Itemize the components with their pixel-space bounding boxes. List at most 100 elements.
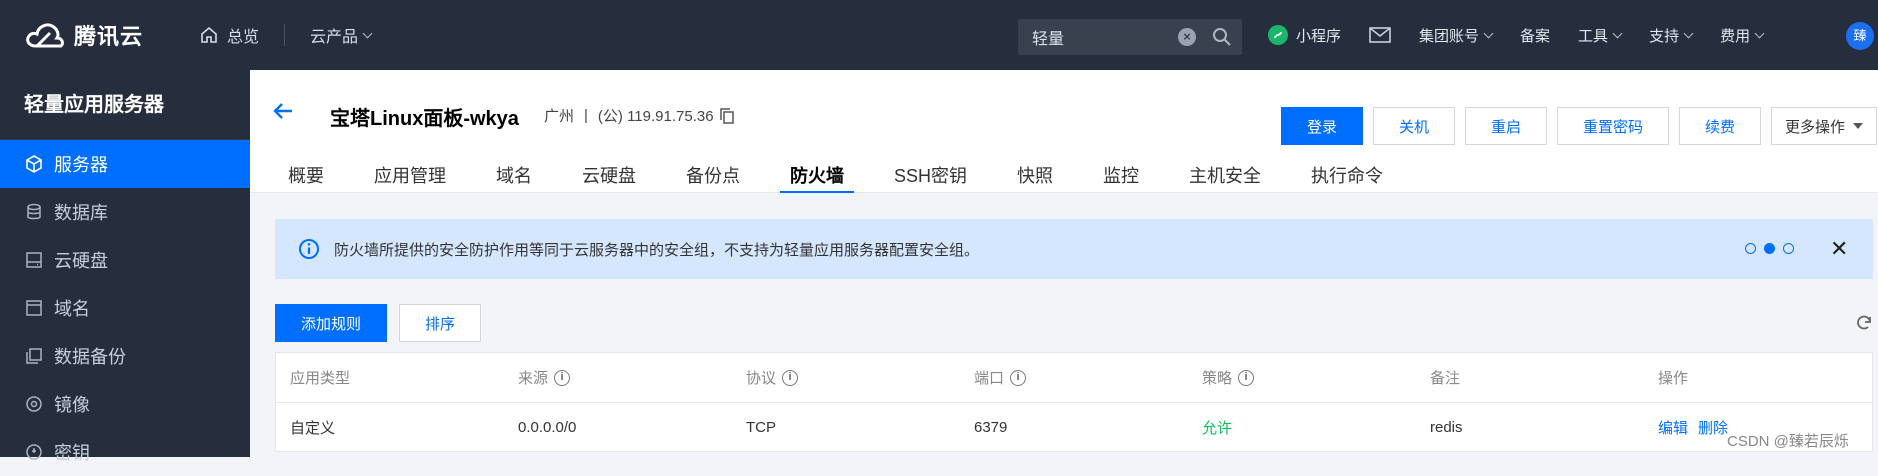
domain-icon (24, 298, 44, 318)
refresh-icon[interactable] (1855, 314, 1873, 332)
cell-app-type: 自定义 (290, 419, 336, 437)
disk-icon (24, 250, 44, 270)
close-icon[interactable]: ✕ (1830, 236, 1848, 262)
more-actions-button[interactable]: 更多操作 (1771, 107, 1877, 145)
mini-program-link[interactable]: 小程序 (1268, 25, 1341, 46)
instance-header: 宝塔Linux面板-wkya 广州 | (公) 119.91.75.36 登录 … (250, 70, 1878, 193)
col-app-type: 应用类型 (276, 367, 504, 388)
col-label: 应用类型 (290, 370, 351, 387)
instance-meta: 广州 | (公) 119.91.75.36 (544, 105, 734, 126)
main-content: 宝塔Linux面板-wkya 广州 | (公) 119.91.75.36 登录 … (250, 70, 1878, 457)
group-account-label: 集团账号 (1419, 27, 1480, 45)
tab-cloud-disk[interactable]: 云硬盘 (582, 162, 636, 193)
col-label: 备注 (1430, 370, 1461, 387)
info-icon (299, 239, 319, 259)
instance-ip: (公) 119.91.75.36 (597, 108, 714, 125)
support-label: 支持 (1649, 27, 1680, 45)
cell-protocol: TCP (746, 418, 776, 436)
delete-link[interactable]: 删除 (1698, 417, 1728, 438)
tab-ssh-keys[interactable]: SSH密钥 (894, 162, 967, 193)
info-icon[interactable]: i (782, 369, 799, 386)
billing-label: 费用 (1720, 27, 1751, 45)
tools-label: 工具 (1578, 27, 1609, 45)
sidebar: 轻量应用服务器 服务器 数据库 云硬盘 域名 数据备份 镜像 密钥 (0, 70, 250, 463)
message-button[interactable] (1369, 27, 1391, 43)
avatar[interactable]: 臻 (1846, 22, 1874, 50)
pager-dot[interactable] (1745, 243, 1756, 254)
sidebar-item-database[interactable]: 数据库 (0, 188, 250, 236)
group-account-menu[interactable]: 集团账号 (1419, 25, 1494, 46)
sidebar-item-label: 镜像 (54, 395, 90, 415)
add-rule-button[interactable]: 添加规则 (275, 304, 387, 342)
sidebar-item-image[interactable]: 镜像 (0, 380, 250, 428)
shutdown-button[interactable]: 关机 (1373, 107, 1455, 145)
nav-overview-label: 总览 (227, 29, 260, 46)
cell-source: 0.0.0.0/0 (518, 418, 577, 436)
home-icon (201, 26, 217, 43)
billing-menu[interactable]: 费用 (1720, 25, 1765, 46)
mini-program-label: 小程序 (1296, 27, 1342, 45)
login-button[interactable]: 登录 (1281, 107, 1363, 145)
cell-port: 6379 (974, 418, 1008, 436)
pager-dot-active[interactable] (1764, 243, 1775, 254)
tab-domain[interactable]: 域名 (496, 162, 532, 193)
col-actions: 操作 (1644, 367, 1872, 388)
search-input[interactable]: 轻量 × (1018, 19, 1242, 55)
chevron-down-icon (1683, 28, 1694, 38)
tab-firewall[interactable]: 防火墙 (780, 162, 854, 193)
chevron-down-icon (362, 28, 373, 38)
sidebar-item-servers[interactable]: 服务器 (0, 140, 250, 188)
copy-icon[interactable] (719, 107, 734, 124)
sidebar-item-key[interactable]: 密钥 (0, 428, 250, 476)
col-note: 备注 (1416, 367, 1644, 388)
rules-toolbar: 添加规则 排序 (275, 304, 1873, 342)
sidebar-item-label: 云硬盘 (54, 251, 108, 271)
mini-program-icon (1268, 25, 1288, 45)
renew-button[interactable]: 续费 (1679, 107, 1761, 145)
tab-run-command[interactable]: 执行命令 (1311, 162, 1383, 193)
sidebar-item-backup[interactable]: 数据备份 (0, 332, 250, 380)
col-label: 操作 (1658, 370, 1689, 387)
search-value: 轻量 (1032, 31, 1065, 48)
sidebar-item-disk[interactable]: 云硬盘 (0, 236, 250, 284)
back-arrow-icon[interactable] (272, 100, 294, 122)
info-icon[interactable]: i (1010, 369, 1027, 386)
edit-link[interactable]: 编辑 (1658, 417, 1688, 438)
tab-app-management[interactable]: 应用管理 (374, 162, 446, 193)
reset-password-button[interactable]: 重置密码 (1557, 107, 1669, 145)
firewall-rules-table: 应用类型 来源 i 协议 i 端口 i 策略 i 备注 操作 自定义 0.0.0.0/0… (275, 352, 1873, 452)
more-actions-label: 更多操作 (1784, 118, 1845, 136)
firewall-notice: 防火墙所提供的安全防护作用等同于云服务器中的安全组，不支持为轻量应用服务器配置安… (275, 219, 1873, 279)
sidebar-item-label: 密钥 (54, 443, 90, 463)
tab-monitoring[interactable]: 监控 (1103, 162, 1139, 193)
brand-logo[interactable]: 腾讯云 (24, 19, 159, 51)
col-port: 端口 i (960, 367, 1188, 388)
support-menu[interactable]: 支持 (1649, 25, 1694, 46)
info-icon[interactable]: i (554, 369, 571, 386)
tab-snapshots[interactable]: 快照 (1017, 162, 1053, 193)
filing-label: 备案 (1520, 27, 1551, 45)
info-icon[interactable]: i (1238, 369, 1255, 386)
clear-icon[interactable]: × (1178, 28, 1196, 46)
instance-region: 广州 (544, 108, 575, 125)
tab-backup-points[interactable]: 备份点 (686, 162, 740, 193)
col-protocol: 协议 i (732, 367, 960, 388)
tools-menu[interactable]: 工具 (1578, 25, 1623, 46)
table-row: 自定义 0.0.0.0/0 TCP 6379 允许 redis 编辑 删除 (276, 403, 1872, 451)
tab-host-security[interactable]: 主机安全 (1189, 162, 1261, 193)
nav-overview[interactable]: 总览 (199, 23, 259, 47)
restart-button[interactable]: 重启 (1465, 107, 1547, 145)
search-icon[interactable] (1212, 27, 1232, 47)
database-icon (24, 202, 44, 222)
cube-icon (24, 154, 44, 174)
sort-button[interactable]: 排序 (399, 304, 481, 342)
sidebar-item-domain[interactable]: 域名 (0, 284, 250, 332)
nav-products-menu[interactable]: 云产品 (310, 23, 373, 47)
mail-icon (1369, 27, 1391, 43)
filing-link[interactable]: 备案 (1520, 25, 1550, 46)
pager-dot[interactable] (1783, 243, 1794, 254)
tab-overview[interactable]: 概要 (288, 162, 324, 193)
sidebar-item-label: 数据备份 (54, 347, 126, 367)
col-source: 来源 i (504, 367, 732, 388)
brand-name: 腾讯云 (74, 24, 144, 49)
